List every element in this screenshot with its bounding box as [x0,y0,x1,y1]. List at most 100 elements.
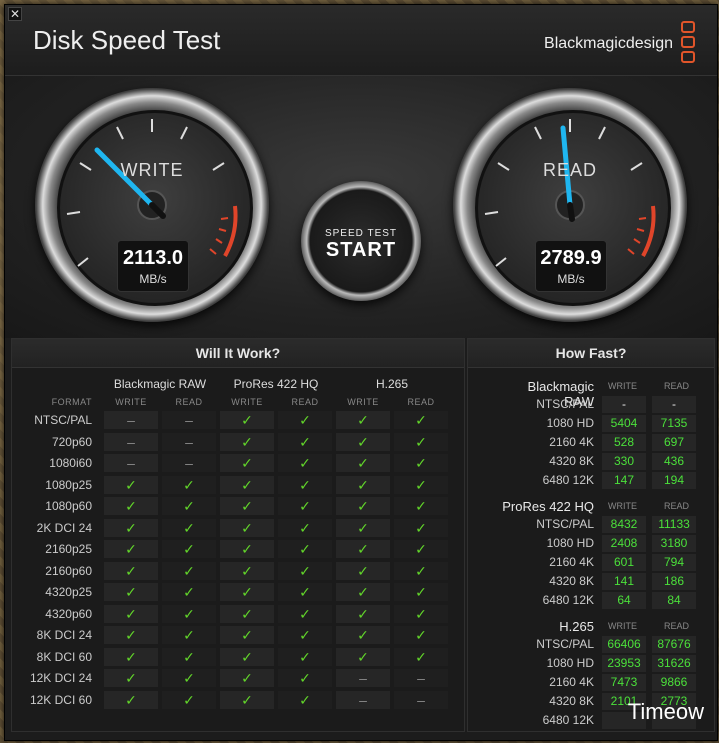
format-group-header: H.265 [375,377,409,391]
compat-cell: ✓ [220,518,274,537]
format-row-label: 2K DCI 24 [36,520,92,535]
brand-name: Blackmagicdesign [544,35,673,52]
read-speed-cell: 436 [652,453,696,470]
will-it-work-title: Will It Work? [12,339,464,368]
compat-cell: – [162,411,216,429]
read-speed-value: 2789.9 [540,247,602,269]
close-icon[interactable]: ✕ [8,7,22,21]
compat-cell: ✓ [336,454,390,472]
compat-cell: ✓ [162,518,216,537]
compat-cell: ✓ [336,411,390,429]
write-speed-cell: 147 [602,472,646,489]
compat-cell: ✓ [278,518,332,537]
compat-cell: ✓ [104,690,158,709]
compat-cell: ✓ [220,690,274,709]
read-speed-cell: 87676 [652,636,696,653]
compat-cell: ✓ [220,583,274,601]
write-speed-cell: 141 [602,573,646,590]
compat-cell: ✓ [278,561,332,580]
write-column-header: WRITE [608,501,637,511]
speed-group-header: ProRes 422 HQ [502,499,594,514]
write-speed-cell: 66406 [602,636,646,653]
write-speed-cell: 7473 [602,674,646,691]
compat-cell: ✓ [220,411,274,429]
app-title: Disk Speed Test [33,25,221,55]
compat-cell: ✓ [220,561,274,580]
rw-column-header: READ [175,397,203,407]
compat-cell: ✓ [336,604,390,623]
read-gauge-label: READ [542,160,597,180]
format-row-label: 1080p25 [45,477,92,492]
compat-cell: ✓ [220,475,274,494]
write-speed-cell: 2408 [602,535,646,552]
write-speed-cell: 330 [602,453,646,470]
compat-cell: ✓ [278,690,332,709]
speed-row-label: NTSC/PAL [536,517,594,531]
compat-cell: ✓ [336,518,390,537]
compat-cell: ✓ [336,475,390,494]
rw-column-header: READ [407,397,435,407]
format-column-header: FORMAT [51,397,92,407]
read-column-header: READ [664,621,690,631]
read-speed-cell: 194 [652,472,696,489]
compat-cell: – [104,454,158,472]
compat-cell: ✓ [278,411,332,429]
format-row-label: 1080i60 [49,456,92,470]
compat-cell: ✓ [394,454,448,472]
compat-cell: ✓ [220,647,274,666]
read-speed-cell: 794 [652,554,696,571]
read-gauge: READ 2789.9 MB/s [453,88,687,322]
format-row-label: 8K DCI 24 [36,628,92,642]
compat-cell: ✓ [278,583,332,601]
speed-row-label: 4320 8K [549,454,594,468]
compat-cell: ✓ [220,432,274,451]
format-row-label: 1080p60 [45,499,92,513]
start-button-caption: SPEED TEST [324,228,398,239]
app-window: ✕ Disk Speed Test Blackmagicdesign WRITE… [4,4,718,741]
compat-cell: ✓ [336,497,390,515]
compat-cell: ✓ [162,583,216,601]
speed-row-label: NTSC/PAL [536,397,594,411]
compat-cell: ✓ [104,497,158,515]
format-row-label: 720p60 [51,434,92,449]
read-speed-cell: 3180 [652,535,696,552]
read-column-header: READ [664,501,690,511]
compat-cell: ✓ [394,518,448,537]
title-bar: ✕ Disk Speed Test Blackmagicdesign [5,5,717,76]
write-speed-unit: MB/s [139,272,167,286]
rw-column-header: WRITE [231,397,263,407]
speed-row-label: 1080 HD [546,656,594,670]
compat-cell: – [162,454,216,472]
compat-cell: ✓ [394,411,448,429]
compat-cell: ✓ [394,583,448,601]
read-speed-cell: 9866 [652,674,696,691]
speed-row-label: 4320 8K [549,694,594,708]
will-it-work-panel: Will It Work? Blackmagic RAW ProRes 422 H… [11,338,465,732]
write-readout: 2113.0 MB/s [117,240,189,292]
brand-logo-icon [681,21,695,66]
read-speed-cell: 84 [652,592,696,609]
compat-cell: ✓ [104,669,158,687]
compat-cell: ✓ [162,690,216,709]
how-fast-title: How Fast? [468,339,714,368]
speed-test-start-button[interactable]: SPEED TEST START [301,181,421,301]
compat-cell: ✓ [162,540,216,558]
compat-cell: ✓ [394,561,448,580]
format-row-label: 12K DCI 24 [29,671,92,685]
speed-row-label: 4320 8K [549,574,594,588]
compat-cell: ✓ [220,540,274,558]
gauge-area: WRITE 2113.0 MB/s READ 2789.9 MB/s SPEED… [5,76,717,338]
write-speed-cell: 64 [602,592,646,609]
compat-cell: ✓ [278,475,332,494]
write-speed-value: 2113.0 [122,247,184,269]
compat-cell: ✓ [278,497,332,515]
compat-cell: ✓ [104,604,158,623]
compat-cell: ✓ [220,454,274,472]
compat-cell: ✓ [394,626,448,644]
read-speed-cell: 31626 [652,655,696,672]
write-speed-cell: - [602,396,646,413]
read-speed-cell: 186 [652,573,696,590]
compat-cell: ✓ [278,454,332,472]
compat-cell: ✓ [104,626,158,644]
compat-cell: – [336,669,390,687]
